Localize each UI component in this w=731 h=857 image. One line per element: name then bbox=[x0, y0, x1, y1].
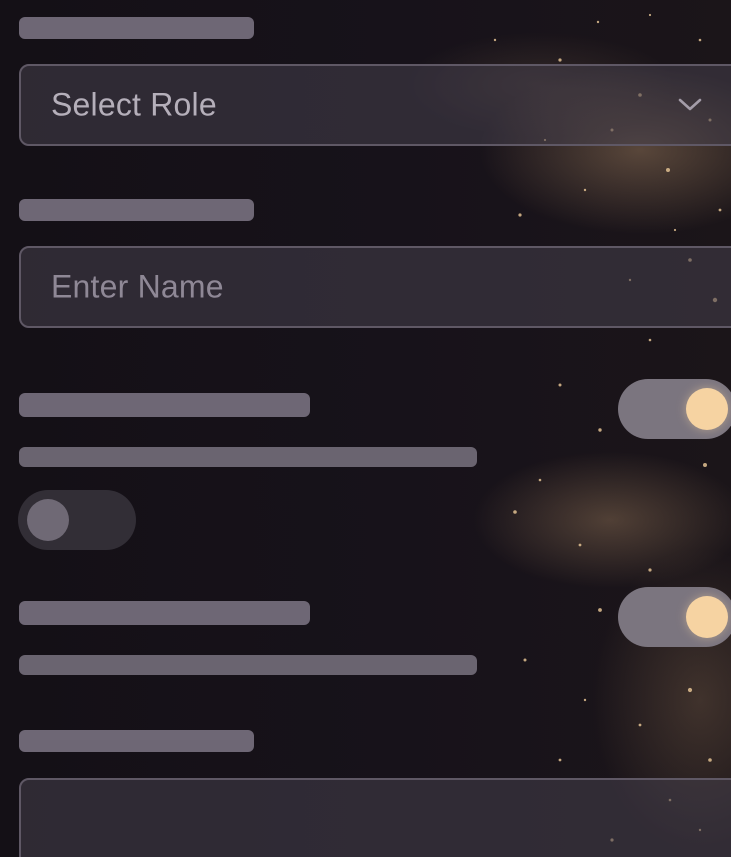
toggle-knob bbox=[686, 596, 728, 638]
notes-label-placeholder bbox=[19, 730, 254, 752]
setting-one-toggle[interactable] bbox=[618, 379, 731, 439]
role-label-placeholder bbox=[19, 17, 254, 39]
name-input[interactable]: Enter Name bbox=[19, 246, 731, 328]
notes-field[interactable] bbox=[19, 778, 731, 857]
settings-form-panel: Select Role Enter Name bbox=[0, 0, 731, 857]
setting-three-toggle[interactable] bbox=[618, 587, 731, 647]
name-label-placeholder bbox=[19, 199, 254, 221]
toggle-knob bbox=[27, 499, 69, 541]
chevron-down-icon bbox=[678, 98, 702, 111]
setting-two-toggle[interactable] bbox=[18, 490, 136, 550]
setting-three-title-placeholder bbox=[19, 601, 310, 625]
toggle-knob bbox=[686, 388, 728, 430]
role-select[interactable]: Select Role bbox=[19, 64, 731, 146]
name-input-placeholder: Enter Name bbox=[51, 268, 224, 305]
role-select-value: Select Role bbox=[51, 86, 217, 123]
setting-one-title-placeholder bbox=[19, 393, 310, 417]
setting-one-description-placeholder bbox=[19, 447, 477, 467]
setting-three-description-placeholder bbox=[19, 655, 477, 675]
